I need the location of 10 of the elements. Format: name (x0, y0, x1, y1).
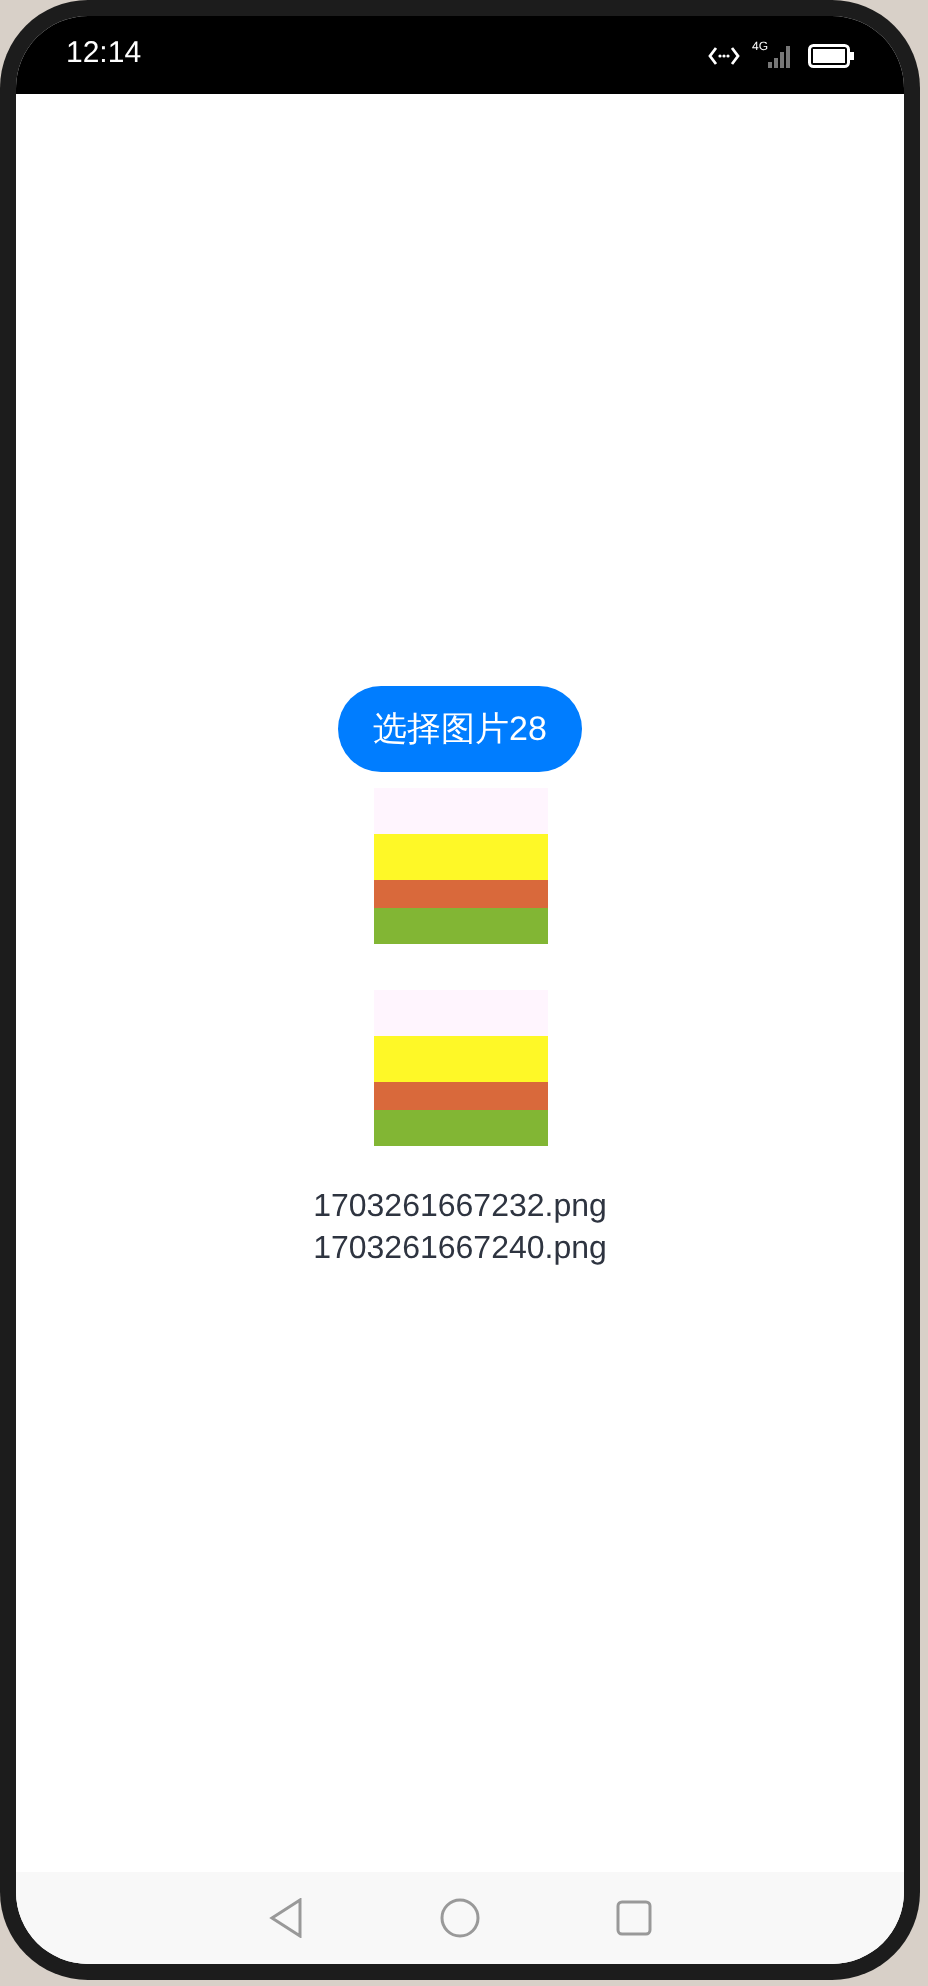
home-icon[interactable] (440, 1898, 480, 1938)
battery-icon (808, 43, 854, 67)
select-image-button[interactable]: 选择图片28 (337, 686, 583, 772)
status-time: 12:14 (66, 34, 142, 75)
file-name: 1703261667240.png (313, 1230, 607, 1270)
recents-icon[interactable] (616, 1900, 652, 1936)
signal-icon (768, 43, 792, 67)
data-transfer-icon (707, 45, 740, 65)
back-icon[interactable] (268, 1898, 304, 1938)
file-name: 1703261667232.png (313, 1188, 607, 1228)
